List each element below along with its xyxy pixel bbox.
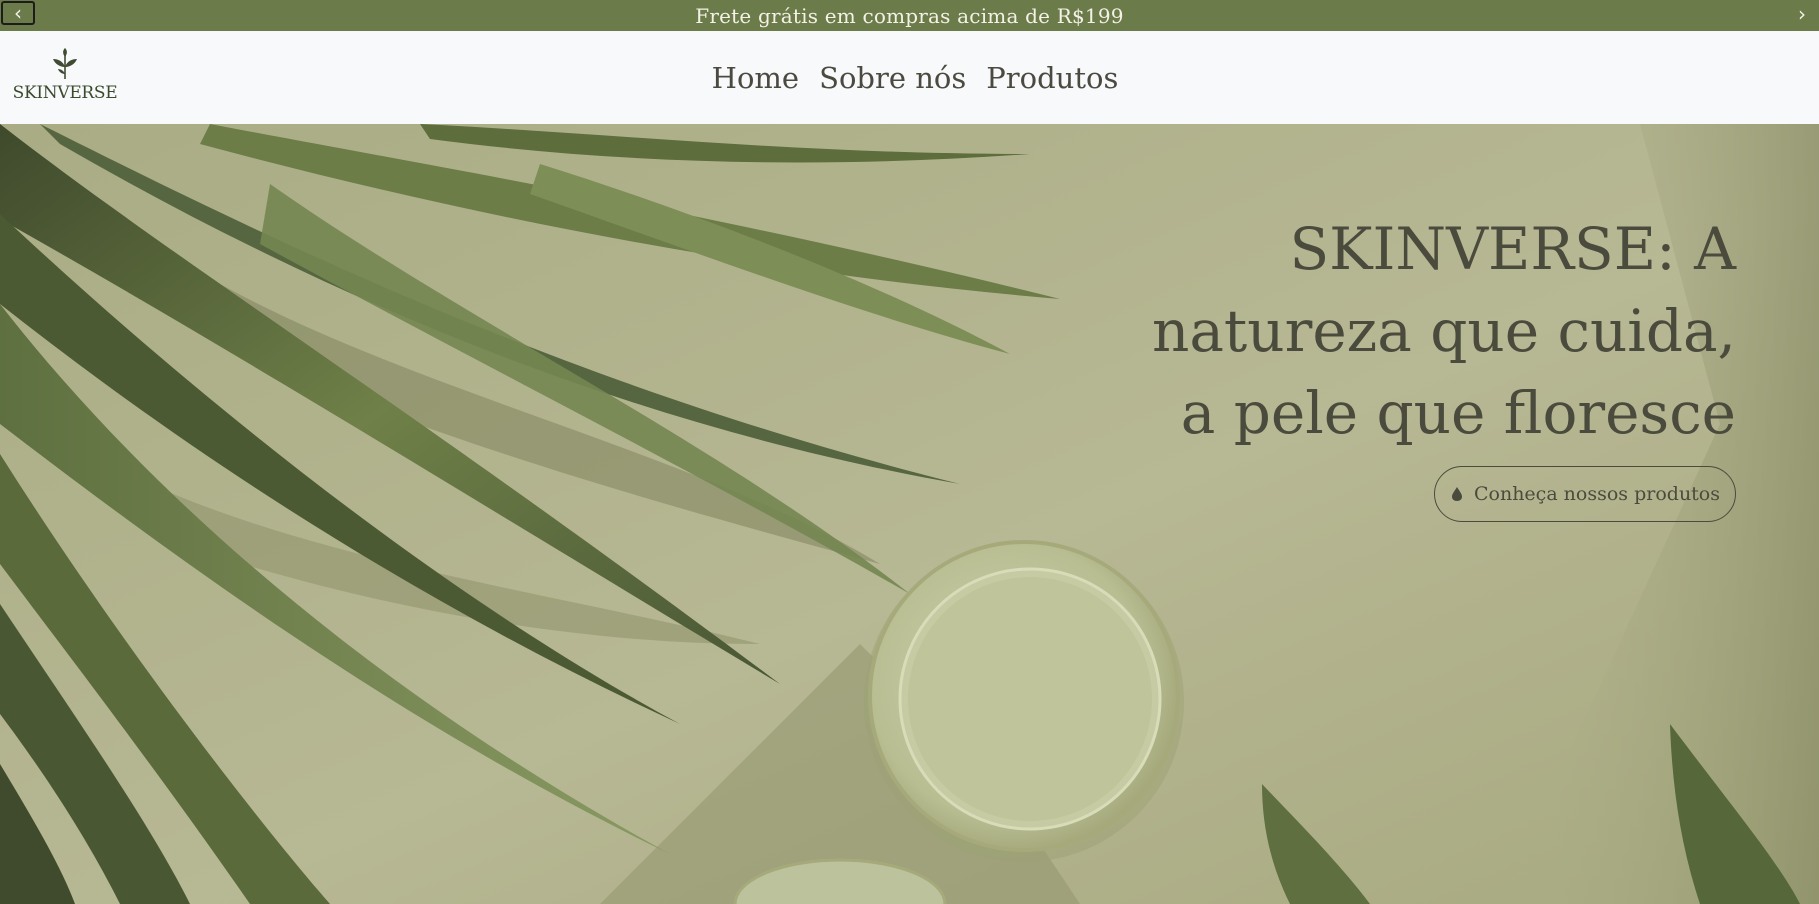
chevron-right-icon: › [1798, 2, 1806, 26]
cta-label: Conheça nossos produtos [1473, 483, 1721, 505]
hero-title-line: a pele que floresce [1180, 379, 1736, 447]
cta-products-button[interactable]: Conheça nossos produtos [1434, 466, 1736, 522]
main-nav: Home Sobre nós Produtos [0, 31, 1819, 124]
hero-banner: SKINVERSE: A natureza que cuida, a pele … [0, 124, 1819, 904]
announcement-text: Frete grátis em compras acima de R$199 [695, 3, 1124, 28]
nav-home[interactable]: Home [712, 61, 799, 95]
site-header: SKINVERSE Home Sobre nós Produtos [0, 31, 1819, 124]
announcement-prev-button[interactable]: ‹ [1, 1, 35, 25]
announcement-next-button[interactable]: › [1791, 2, 1813, 26]
nav-produtos[interactable]: Produtos [986, 61, 1118, 95]
hero-title: SKINVERSE: A natureza que cuida, a pele … [1096, 208, 1736, 454]
hero-title-line: natureza que cuida, [1152, 297, 1736, 365]
announcement-bar: ‹ Frete grátis em compras acima de R$199… [0, 0, 1819, 31]
hero-title-line: SKINVERSE: A [1289, 215, 1736, 283]
nav-sobre-nos[interactable]: Sobre nós [819, 61, 966, 95]
chevron-left-icon: ‹ [14, 1, 22, 25]
water-drop-icon [1451, 487, 1462, 501]
